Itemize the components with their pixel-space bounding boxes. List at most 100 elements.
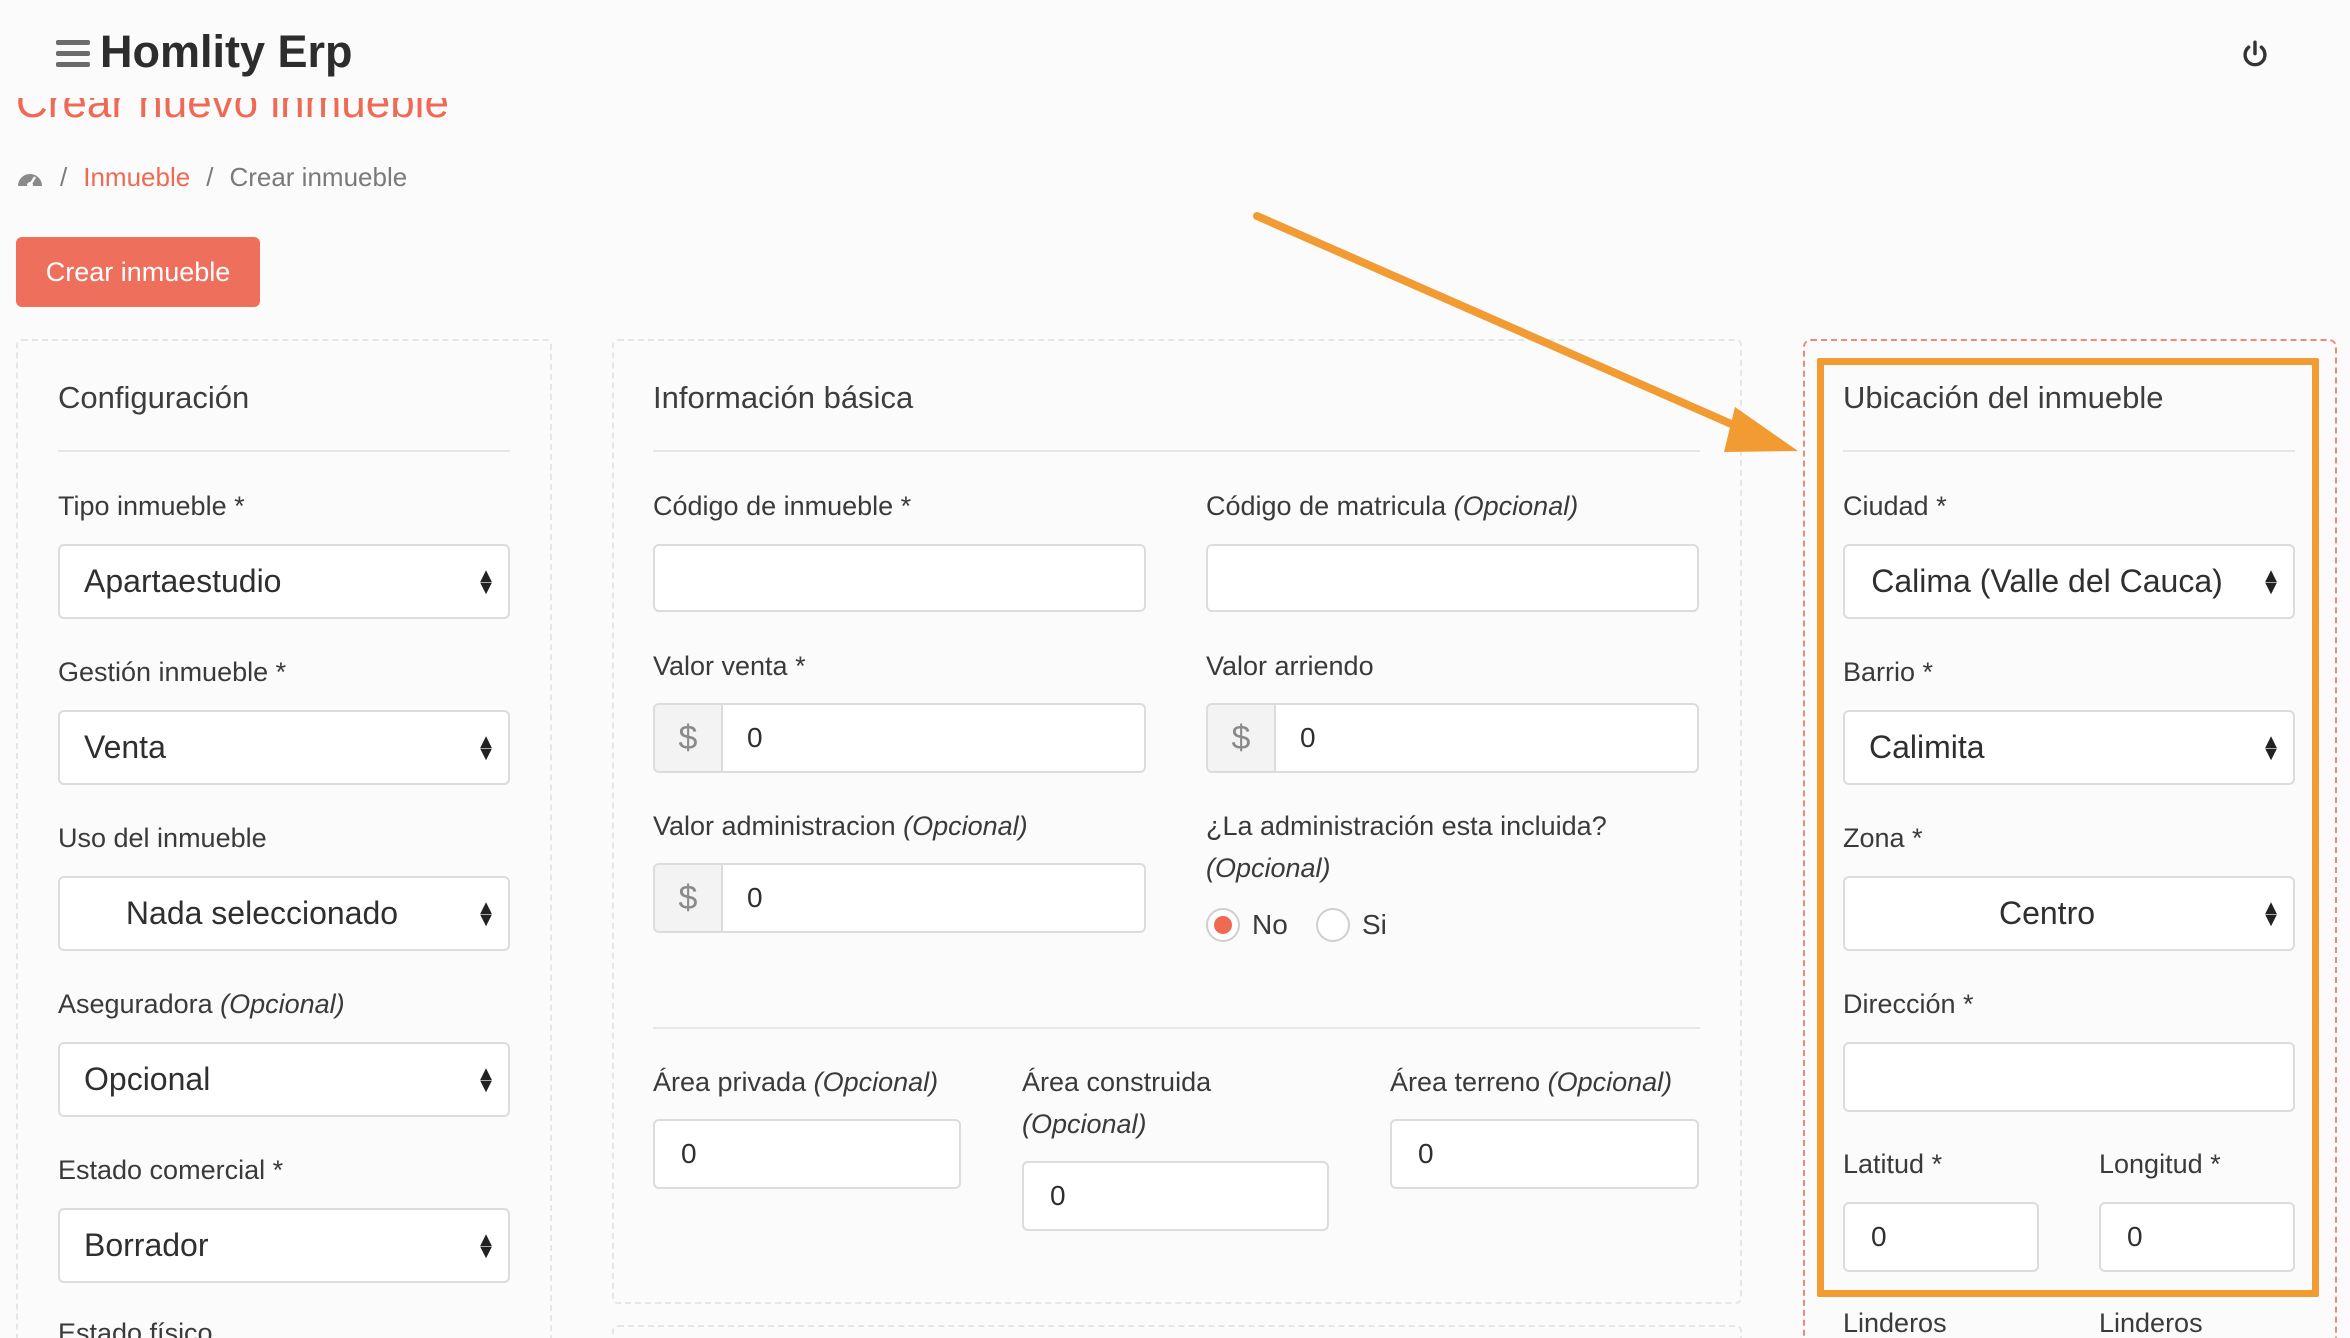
optional-hint: (Opcional) [220, 989, 345, 1019]
venta-label: Valor venta * [653, 651, 806, 681]
zona-label: Zona * [1843, 823, 1923, 853]
breadcrumb-separator: / [60, 162, 68, 192]
venta-value: 0 [747, 722, 763, 753]
zona-value: Centro [1998, 895, 2096, 931]
latitud-label: Latitud * [1843, 1149, 1943, 1179]
uso-label: Uso del inmueble [58, 823, 267, 853]
area-privada-label-text: Área privada [653, 1067, 807, 1097]
direccion-input[interactable] [1843, 1042, 2295, 1112]
estado-value: Borrador [84, 1227, 209, 1263]
area-terreno-input[interactable]: 0 [1390, 1119, 1699, 1189]
incluida-label: ¿La administración esta incluida? [1206, 811, 1607, 841]
page-title: Crear nuevo inmueble [16, 98, 449, 127]
ciudad-select[interactable]: Calima (Valle del Cauca) ▲ ▼ [1843, 544, 2295, 619]
linderos-label-2: Linderos [2099, 1308, 2203, 1338]
latitud-input[interactable]: 0 [1843, 1202, 2039, 1272]
longitud-input[interactable]: 0 [2099, 1202, 2295, 1272]
radio-si-circle[interactable] [1316, 908, 1350, 942]
direccion-label: Dirección * [1843, 989, 1974, 1019]
estado-label: Estado comercial * [58, 1155, 284, 1185]
sort-arrows-icon: ▲ ▼ [476, 896, 496, 931]
barrio-label: Barrio * [1843, 657, 1934, 687]
app-title: Homlity Erp [100, 26, 353, 77]
area-privada-input[interactable]: 0 [653, 1119, 961, 1189]
divider [58, 450, 510, 452]
optional-hint: (Opcional) [1206, 853, 1331, 883]
tipo-select[interactable]: Apartaestudio ▲ ▼ [58, 544, 510, 619]
annotation-arrow-icon [1253, 212, 1798, 452]
admin-label: Valor administracion (Opcional) [653, 805, 1028, 847]
optional-hint: (Opcional) [1547, 1067, 1673, 1097]
breadcrumb-separator: / [206, 162, 214, 192]
matricula-label-text: Código de matricula [1206, 491, 1447, 521]
sort-arrows-icon: ▲ ▼ [476, 1062, 496, 1097]
breadcrumb-current: Crear inmueble [229, 162, 408, 192]
optional-hint: (Opcional) [1453, 491, 1579, 521]
barrio-value: Calimita [1869, 729, 1985, 765]
aseguradora-select[interactable]: Opcional ▲ ▼ [58, 1042, 510, 1117]
location-title: Ubicación del inmueble [1843, 380, 2164, 415]
gestion-label: Gestión inmueble * [58, 657, 287, 687]
sort-arrows-icon: ▲ ▼ [2261, 896, 2281, 931]
aseguradora-value: Opcional [84, 1061, 211, 1097]
hamburger-icon[interactable] [56, 40, 90, 68]
basic-info-title: Información básica [653, 380, 914, 415]
uso-value: Nada seleccionado [125, 895, 399, 931]
sort-arrows-icon: ▲ ▼ [476, 730, 496, 765]
tipo-label: Tipo inmueble * [58, 491, 245, 521]
area-construida-optional: (Opcional) [1022, 1103, 1147, 1145]
area-construida-input[interactable]: 0 [1022, 1161, 1329, 1231]
area-construida-label: Área construida [1022, 1067, 1212, 1097]
ciudad-label: Ciudad * [1843, 491, 1947, 521]
power-icon[interactable] [2238, 38, 2272, 72]
arriendo-label: Valor arriendo [1206, 651, 1374, 681]
config-title: Configuración [58, 380, 250, 415]
create-property-button[interactable]: Crear inmueble [16, 237, 260, 307]
arriendo-value: 0 [1300, 722, 1316, 753]
arriendo-input[interactable]: $ 0 [1206, 703, 1699, 773]
area-terreno-label: Área terreno (Opcional) [1390, 1061, 1672, 1103]
area-privada-label: Área privada (Opcional) [653, 1061, 938, 1103]
sort-arrows-icon: ▲ ▼ [2261, 730, 2281, 765]
sort-arrows-icon: ▲ ▼ [476, 1228, 496, 1263]
optional-hint: (Opcional) [813, 1067, 939, 1097]
radio-no-circle[interactable] [1206, 908, 1240, 942]
area-terreno-label-text: Área terreno [1390, 1067, 1541, 1097]
codigo-input[interactable] [653, 544, 1146, 612]
breadcrumb: / Inmueble / Crear inmueble [16, 162, 407, 193]
sort-arrows-icon: ▲ ▼ [476, 564, 496, 599]
next-card [612, 1325, 1742, 1338]
linderos-label-1: Linderos [1843, 1308, 1947, 1338]
admin-label-text: Valor administracion [653, 811, 896, 841]
dollar-icon: $ [1208, 705, 1276, 771]
tipo-value: Apartaestudio [84, 563, 282, 599]
matricula-input[interactable] [1206, 544, 1699, 612]
incluida-optional: (Opcional) [1206, 847, 1331, 889]
divider [653, 1027, 1700, 1029]
admin-value: 0 [747, 882, 763, 913]
venta-input[interactable]: $ 0 [653, 703, 1146, 773]
aseguradora-label: Aseguradora (Opcional) [58, 983, 345, 1025]
radio-si[interactable]: Si [1316, 908, 1387, 942]
radio-no[interactable]: No [1206, 908, 1288, 942]
estado-fisico-label: Estado físico [58, 1318, 213, 1338]
uso-select[interactable]: Nada seleccionado ▲ ▼ [58, 876, 510, 951]
dashboard-icon[interactable] [16, 166, 44, 190]
gestion-value: Venta [84, 729, 166, 765]
radio-si-label: Si [1362, 909, 1387, 940]
matricula-label: Código de matricula (Opcional) [1206, 485, 1578, 527]
breadcrumb-link-inmueble[interactable]: Inmueble [83, 162, 190, 193]
aseguradora-label-text: Aseguradora [58, 989, 213, 1019]
optional-hint: (Opcional) [1022, 1109, 1147, 1139]
dollar-icon: $ [655, 705, 723, 771]
longitud-label: Longitud * [2099, 1149, 2221, 1179]
barrio-select[interactable]: Calimita ▲ ▼ [1843, 710, 2295, 785]
estado-select[interactable]: Borrador ▲ ▼ [58, 1208, 510, 1283]
admin-input[interactable]: $ 0 [653, 863, 1146, 933]
gestion-select[interactable]: Venta ▲ ▼ [58, 710, 510, 785]
divider [1843, 450, 2295, 452]
radio-no-label: No [1252, 909, 1288, 940]
codigo-label: Código de inmueble * [653, 491, 912, 521]
zona-select[interactable]: Centro ▲ ▼ [1843, 876, 2295, 951]
optional-hint: (Opcional) [903, 811, 1028, 841]
